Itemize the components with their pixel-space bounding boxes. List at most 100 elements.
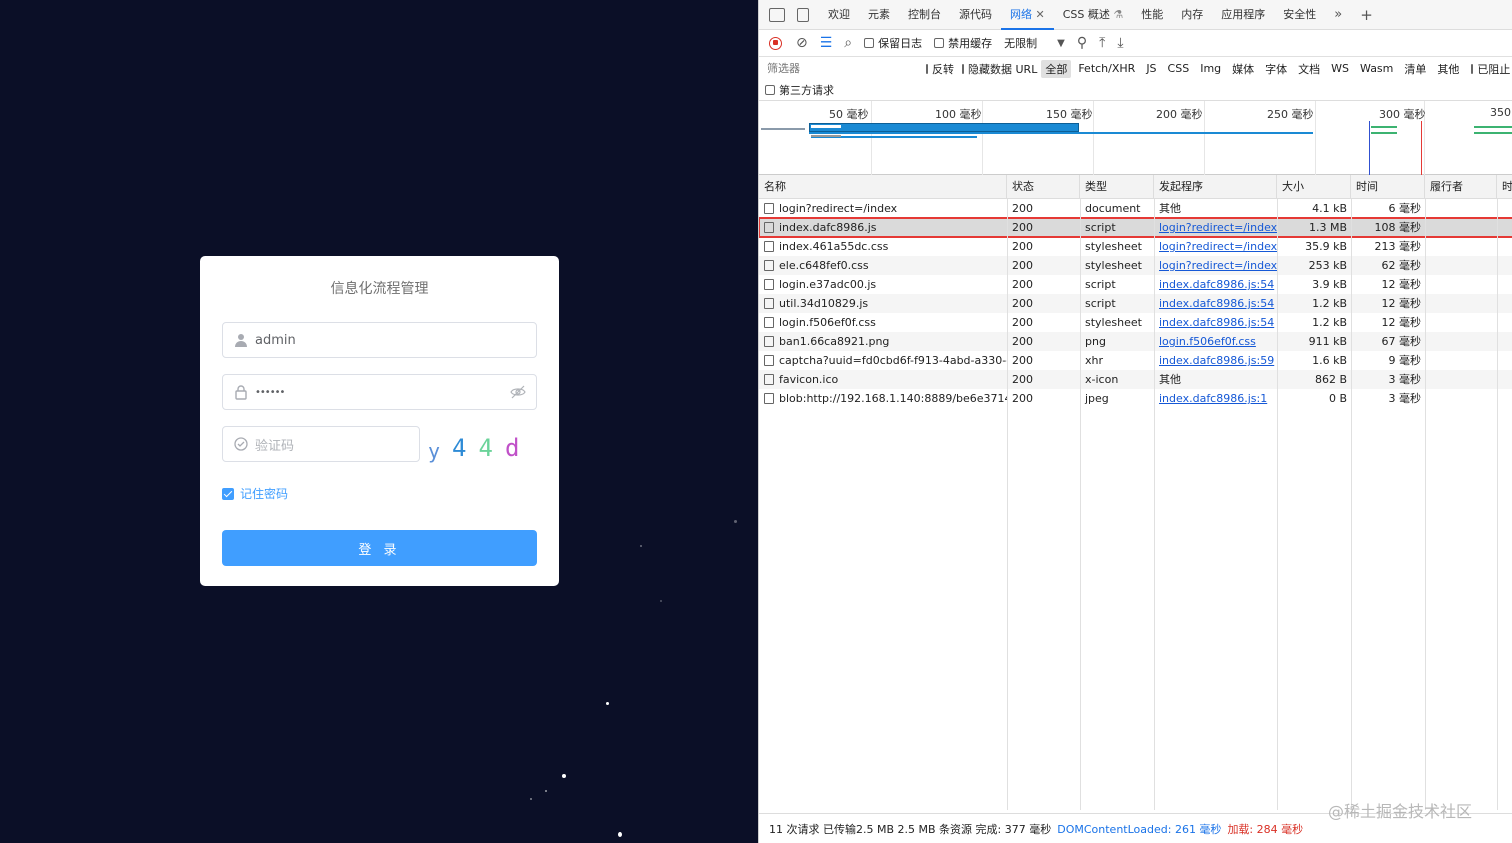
cell-status-text: 200: [1012, 354, 1033, 367]
third-party-filter[interactable]: 第三方请求: [765, 82, 834, 98]
remember-password-checkbox[interactable]: 记住密码: [222, 485, 288, 502]
table-row[interactable]: ban1.66ca8921.png 200 png login.f506ef0f.cs…: [759, 332, 1512, 351]
cell-initiator[interactable]: login?redirect=/index: [1154, 256, 1277, 275]
cell-time-text: 3 毫秒: [1388, 373, 1422, 386]
cell-initiator[interactable]: index.dafc8986.js:59: [1154, 351, 1277, 370]
tab-elements[interactable]: 元素: [859, 0, 899, 30]
filter-icon[interactable]: ☰: [820, 35, 833, 51]
close-icon[interactable]: ✕: [1036, 8, 1045, 21]
filter-input[interactable]: [765, 59, 912, 78]
column-header-type[interactable]: 类型: [1080, 175, 1154, 199]
file-icon: [764, 355, 774, 366]
cell-initiator[interactable]: index.dafc8986.js:1: [1154, 389, 1277, 408]
cell-type: script: [1080, 294, 1154, 313]
cell-initiator[interactable]: login.f506ef0f.css: [1154, 332, 1277, 351]
column-header-size[interactable]: 大小: [1277, 175, 1351, 199]
table-row[interactable]: blob:http://192.168.1.140:8889/be6e3714-…: [759, 389, 1512, 408]
cell-time: 6 毫秒: [1351, 199, 1425, 218]
timeline-tick: 200 毫秒: [1156, 108, 1203, 121]
add-tab-icon[interactable]: +: [1351, 0, 1382, 30]
filter-type-css[interactable]: CSS: [1164, 61, 1194, 76]
upload-icon[interactable]: ⤒: [1099, 35, 1105, 51]
timeline-gridline: [1204, 101, 1205, 176]
search-icon[interactable]: ⌕: [844, 35, 852, 51]
cell-type-text: script: [1085, 221, 1116, 234]
filter-type-wasm[interactable]: Wasm: [1356, 61, 1397, 76]
device-toolbar-icon[interactable]: [797, 7, 809, 22]
column-header-waterfall[interactable]: 时: [1497, 175, 1512, 199]
column-header-fulfilled-by[interactable]: 履行者: [1425, 175, 1497, 199]
column-header-initiator[interactable]: 发起程序: [1154, 175, 1277, 199]
table-row[interactable]: captcha?uuid=fd0cbd6f-f913-4abd-a330-ca.…: [759, 351, 1512, 370]
tab-application[interactable]: 应用程序: [1212, 0, 1274, 30]
table-row[interactable]: index.dafc8986.js 200 script login?redirect…: [759, 217, 1512, 238]
filter-type-fetch-xhr[interactable]: Fetch/XHR: [1074, 61, 1139, 76]
download-icon[interactable]: ⤓: [1117, 35, 1123, 51]
filter-type-font[interactable]: 字体: [1261, 60, 1291, 78]
table-row[interactable]: util.34d10829.js 200 script index.dafc8986.…: [759, 294, 1512, 313]
more-tabs-icon[interactable]: »: [1325, 0, 1351, 30]
filter-type-doc[interactable]: 文档: [1294, 60, 1324, 78]
cell-initiator[interactable]: index.dafc8986.js:54: [1154, 313, 1277, 332]
filter-type-media[interactable]: 媒体: [1228, 60, 1258, 78]
filter-type-img[interactable]: Img: [1196, 61, 1225, 76]
star-dot: [562, 774, 566, 778]
table-row[interactable]: login.e37adc00.js 200 script index.dafc8986…: [759, 275, 1512, 294]
table-row[interactable]: login?redirect=/index 200 document 其他 4.1 kB…: [759, 199, 1512, 218]
table-row[interactable]: index.461a55dc.css 200 stylesheet login?red…: [759, 237, 1512, 256]
eye-hidden-icon[interactable]: [510, 385, 526, 399]
hide-data-urls-checkbox[interactable]: [962, 63, 964, 74]
clear-icon[interactable]: ⊘: [796, 35, 808, 51]
tab-security[interactable]: 安全性: [1274, 0, 1325, 30]
network-overview-timeline[interactable]: 50 毫秒 100 毫秒 150 毫秒 200 毫秒 250 毫秒 300 毫秒…: [759, 100, 1512, 176]
third-party-checkbox[interactable]: [765, 85, 775, 95]
tab-css-overview[interactable]: CSS 概述 ⚗: [1054, 0, 1133, 30]
record-stop-icon[interactable]: [769, 36, 782, 50]
password-field[interactable]: ••••••: [222, 374, 537, 410]
cell-size: 862 B: [1277, 370, 1351, 389]
cell-type: png: [1080, 332, 1154, 351]
filter-type-other[interactable]: 其他: [1433, 60, 1463, 78]
invert-label: 反转: [932, 62, 954, 76]
blocked-cookies-checkbox[interactable]: [1471, 63, 1474, 74]
tab-console[interactable]: 控制台: [899, 0, 950, 30]
tab-network[interactable]: 网络 ✕: [1001, 0, 1054, 30]
throttling-select[interactable]: 无限制: [1004, 35, 1037, 51]
table-row[interactable]: login.f506ef0f.css 200 stylesheet index.daf…: [759, 313, 1512, 332]
filter-type-all[interactable]: 全部: [1041, 59, 1072, 78]
cell-initiator[interactable]: login?redirect=/index: [1154, 237, 1277, 256]
captcha-field[interactable]: 验证码: [222, 426, 420, 462]
cell-time-text: 3 毫秒: [1388, 392, 1422, 405]
login-button[interactable]: 登 录: [222, 530, 537, 566]
captcha-image[interactable]: y 4 4 d: [428, 430, 538, 466]
chevron-down-icon[interactable]: ▼: [1057, 38, 1065, 49]
cell-name-text: index.dafc8986.js: [779, 221, 877, 234]
table-row[interactable]: favicon.ico 200 x-icon 其他 862 B 3 毫秒: [759, 370, 1512, 389]
table-row[interactable]: ele.c648fef0.css 200 stylesheet login?redir…: [759, 256, 1512, 275]
filter-type-manifest[interactable]: 清单: [1400, 60, 1430, 78]
devtools-panel: 欢迎 元素 控制台 源代码 网络 ✕ CSS 概述 ⚗ 性能 内存 应用程序 安…: [758, 0, 1512, 843]
inspect-element-icon[interactable]: [769, 7, 785, 22]
cell-time: 67 毫秒: [1351, 332, 1425, 351]
star-dot: [640, 545, 642, 547]
cell-initiator[interactable]: login?redirect=/index: [1154, 218, 1277, 237]
tab-sources[interactable]: 源代码: [950, 0, 1001, 30]
disable-cache-checkbox[interactable]: [934, 38, 945, 48]
tab-memory[interactable]: 内存: [1172, 0, 1212, 30]
filter-type-ws[interactable]: WS: [1327, 61, 1353, 76]
column-header-status[interactable]: 状态: [1007, 175, 1080, 199]
invert-checkbox[interactable]: [926, 63, 928, 74]
tab-welcome[interactable]: 欢迎: [819, 0, 859, 30]
cell-time: 12 毫秒: [1351, 275, 1425, 294]
network-conditions-icon[interactable]: ⚲: [1077, 35, 1087, 51]
timeline-gridline: [871, 101, 872, 176]
username-value: admin: [255, 332, 296, 348]
cell-initiator[interactable]: index.dafc8986.js:54: [1154, 275, 1277, 294]
filter-type-js[interactable]: JS: [1142, 61, 1160, 76]
cell-initiator[interactable]: index.dafc8986.js:54: [1154, 294, 1277, 313]
preserve-log-checkbox[interactable]: [864, 38, 875, 48]
column-header-time[interactable]: 时间: [1351, 175, 1425, 199]
tab-performance[interactable]: 性能: [1132, 0, 1172, 30]
username-field[interactable]: admin: [222, 322, 537, 358]
column-header-name[interactable]: 名称: [759, 175, 1007, 199]
